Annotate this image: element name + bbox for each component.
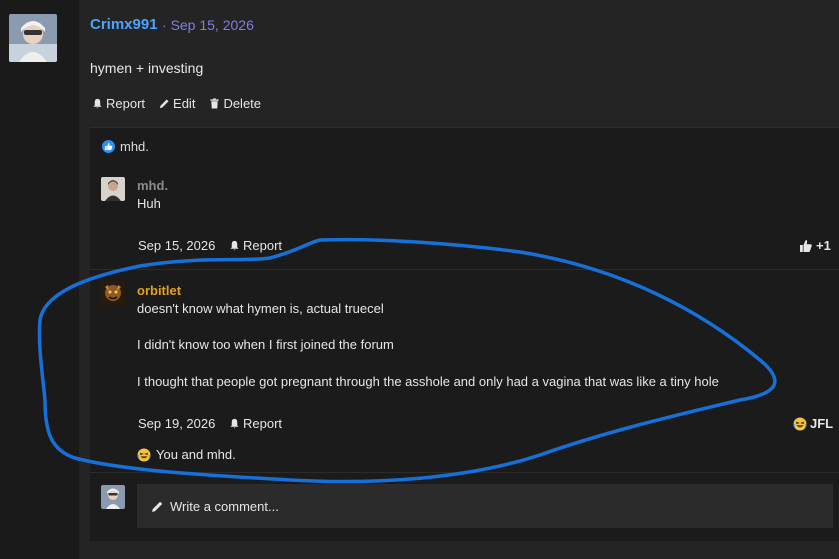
- bell-icon: [93, 98, 102, 109]
- comment-text-line: doesn't know what hymen is, actual truec…: [137, 301, 384, 316]
- comment-date[interactable]: Sep 19, 2026: [138, 416, 215, 431]
- thumbs-up-icon: [800, 239, 812, 252]
- pencil-icon: [152, 501, 163, 512]
- date-separator: ·: [162, 17, 167, 33]
- comment-jfl-label: JFL: [810, 416, 834, 431]
- comment-reactors[interactable]: You and mhd.: [137, 447, 236, 462]
- edit-button[interactable]: Edit: [159, 96, 195, 111]
- comment-report-button[interactable]: Report: [229, 238, 282, 253]
- comment-jfl-reaction[interactable]: JFL: [793, 416, 833, 431]
- post-date[interactable]: · Sep 15, 2026: [162, 17, 254, 33]
- comment-report-label: Report: [243, 238, 283, 253]
- post-actions: Report Edit Delete: [92, 96, 261, 111]
- comment-text-line: I thought that people got pregnant throu…: [137, 374, 719, 389]
- comment-avatar[interactable]: [101, 281, 125, 305]
- post-author-avatar[interactable]: [9, 14, 57, 62]
- comment-text-line: I didn't know too when I first joined th…: [137, 337, 394, 352]
- pencil-icon: [159, 99, 169, 109]
- post-reactions-summary[interactable]: mhd.: [102, 139, 149, 154]
- comment-like-count-text: +1: [816, 238, 831, 253]
- comment-divider: [90, 269, 839, 270]
- comment-divider: [90, 472, 839, 473]
- comment-avatar[interactable]: [101, 177, 125, 201]
- current-user-avatar: [101, 485, 125, 509]
- comment-author[interactable]: orbitlet: [137, 283, 181, 298]
- bell-icon: [230, 418, 239, 429]
- post-author-name[interactable]: Crimx991: [90, 16, 158, 33]
- comment-date[interactable]: Sep 15, 2026: [138, 238, 215, 253]
- post-body: hymen + investing: [90, 60, 204, 76]
- comment-reactors-text: You and mhd.: [156, 447, 236, 462]
- comment-report-button[interactable]: Report: [229, 416, 282, 431]
- delete-button[interactable]: Delete: [209, 96, 261, 111]
- laughing-face-icon: [793, 417, 807, 430]
- comment-author[interactable]: mhd.: [137, 178, 168, 193]
- report-label: Report: [106, 96, 146, 111]
- comment-report-label: Report: [243, 416, 283, 431]
- edit-label: Edit: [173, 96, 196, 111]
- comment-like-count[interactable]: +1: [799, 238, 831, 253]
- left-rail: [0, 0, 79, 559]
- bell-icon: [230, 240, 239, 251]
- comments-section: [90, 127, 839, 541]
- like-reaction-icon: [102, 140, 115, 153]
- comment-text: Huh: [137, 196, 161, 211]
- trash-icon: [210, 98, 220, 109]
- delete-label: Delete: [223, 96, 262, 111]
- post-date-text: Sep 15, 2026: [170, 17, 254, 33]
- laughing-face-icon: [137, 448, 151, 461]
- post-reactors-text: mhd.: [120, 139, 149, 154]
- write-comment-placeholder: Write a comment...: [170, 498, 279, 514]
- report-button[interactable]: Report: [92, 96, 145, 111]
- write-comment-input[interactable]: Write a comment...: [137, 484, 833, 528]
